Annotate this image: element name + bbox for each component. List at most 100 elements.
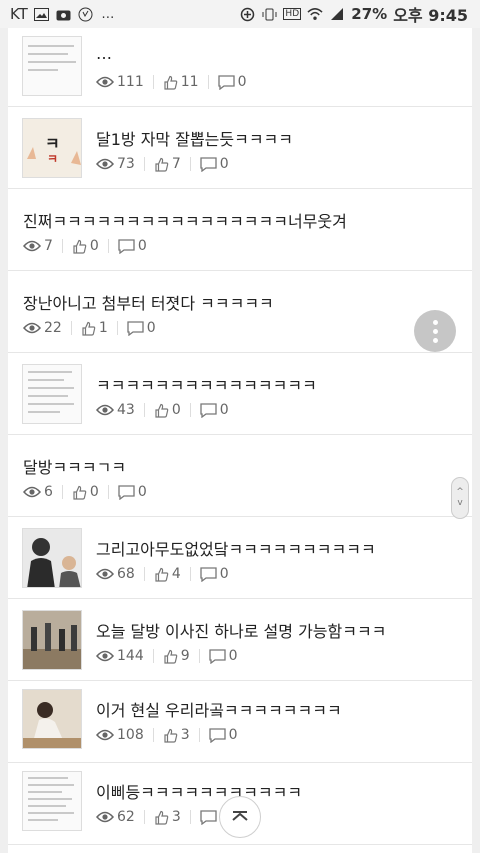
- comment-icon: [209, 648, 226, 664]
- scroll-to-top-button[interactable]: [219, 796, 261, 838]
- view-count: 111: [117, 74, 144, 90]
- fast-scroll-handle[interactable]: ^ v: [451, 477, 469, 519]
- post-item[interactable]: 그리고아무도없었닼ㅋㅋㅋㅋㅋㅋㅋㅋㅋㅋ 68 4 0: [8, 517, 472, 599]
- svg-text:ㅋ: ㅋ: [45, 134, 60, 153]
- comment-count: 0: [137, 484, 147, 500]
- chevron-up-small-icon: ^: [456, 487, 464, 497]
- thumbs-up-icon: [154, 567, 169, 582]
- post-item[interactable]: … 111 11 0: [8, 28, 472, 107]
- post-thumbnail: [22, 689, 82, 749]
- chevron-down-small-icon: v: [457, 498, 463, 508]
- post-list: … 111 11 0 ㅋㅋ 달1방 자막 잘뽑는듯ㅋㅋㅋㅋ 73 7 0 진쩌ㅋ…: [8, 28, 472, 853]
- like-count: 4: [171, 566, 181, 582]
- post-item[interactable]: 이거 현실 우리라곸ㅋㅋㅋㅋㅋㅋㅋㅋ 108 3 0: [8, 681, 472, 763]
- comment-icon: [209, 727, 226, 743]
- post-title: 그리고아무도없었닼ㅋㅋㅋㅋㅋㅋㅋㅋㅋㅋ: [96, 540, 376, 559]
- post-title: 달방ㅋㅋㅋㄱㅋ: [23, 458, 127, 477]
- thumbs-up-icon: [154, 157, 169, 172]
- comment-count: 0: [146, 320, 156, 336]
- eye-icon: [96, 158, 114, 170]
- comment-icon: [200, 156, 217, 172]
- comment-icon: [200, 809, 217, 825]
- eye-icon: [23, 322, 41, 334]
- post-item[interactable]: 달방ㅋㅋㅋㄱㅋ 6 0 0: [8, 435, 472, 517]
- eye-icon: [96, 76, 114, 88]
- thumbs-up-icon: [154, 403, 169, 418]
- post-meta: 68 4 0: [96, 566, 229, 582]
- view-count: 62: [117, 809, 135, 825]
- more-notifications-icon: …: [101, 6, 115, 22]
- post-title: 이삐등ㅋㅋㅋㅋㅋㅋㅋㅋㅋㅋㅋ: [96, 783, 303, 802]
- status-bar: KT … HD 27% 오후 9:45: [0, 0, 480, 28]
- thumbs-up-icon: [72, 485, 87, 500]
- like-count: 3: [180, 727, 190, 743]
- eye-icon: [96, 811, 114, 823]
- post-title: …: [96, 44, 112, 63]
- view-count: 144: [117, 648, 144, 664]
- post-meta: 73 7 0: [96, 156, 229, 172]
- comment-icon: [118, 238, 135, 254]
- hd-icon: HD: [283, 8, 302, 20]
- post-item[interactable]: 장난아니고 첨부터 터졋다 ㅋㅋㅋㅋㅋ 22 1 0: [8, 271, 472, 353]
- post-meta: 43 0 0: [96, 402, 229, 418]
- post-item[interactable]: ㅋㅋ 달1방 자막 잘뽑는듯ㅋㅋㅋㅋ 73 7 0: [8, 107, 472, 189]
- like-count: 3: [171, 809, 181, 825]
- comment-icon: [127, 320, 144, 336]
- post-thumbnail: [22, 610, 82, 670]
- like-count: 7: [171, 156, 181, 172]
- thumbs-up-icon: [81, 321, 96, 336]
- eye-icon: [96, 729, 114, 741]
- post-title: 장난아니고 첨부터 터졋다 ㅋㅋㅋㅋㅋ: [23, 294, 274, 313]
- vibrate-icon: [261, 6, 277, 22]
- post-meta: 7 0 0: [23, 238, 147, 254]
- post-thumbnail: [22, 364, 82, 424]
- thumbs-up-icon: [72, 239, 87, 254]
- comment-icon: [200, 566, 217, 582]
- data-saver-icon: [239, 6, 255, 22]
- like-count: 1: [98, 320, 108, 336]
- post-meta: 6 0 0: [23, 484, 147, 500]
- thumbs-up-icon: [163, 728, 178, 743]
- post-item[interactable]: 진쩌ㅋㅋㅋㅋㅋㅋㅋㅋㅋㅋㅋㅋㅋㅋㅋㅋ너무웃겨 7 0 0: [8, 189, 472, 271]
- post-thumbnail: [22, 771, 82, 831]
- comment-count: 0: [219, 156, 229, 172]
- like-count: 9: [180, 648, 190, 664]
- view-count: 73: [117, 156, 135, 172]
- view-count: 22: [44, 320, 62, 336]
- camera-icon: [56, 6, 72, 22]
- post-meta: 22 1 0: [23, 320, 156, 336]
- post-title: 진쩌ㅋㅋㅋㅋㅋㅋㅋㅋㅋㅋㅋㅋㅋㅋㅋㅋ너무웃겨: [23, 212, 347, 231]
- like-count: 0: [89, 484, 99, 500]
- post-meta: 108 3 0: [96, 727, 238, 743]
- comment-count: 0: [237, 74, 247, 90]
- more-options-button[interactable]: [414, 310, 456, 352]
- post-meta: 62 3 0: [96, 809, 229, 825]
- carrier-label: KT: [10, 5, 28, 23]
- svg-text:ㅋ: ㅋ: [47, 152, 58, 166]
- view-count: 6: [44, 484, 53, 500]
- eye-icon: [96, 404, 114, 416]
- thumbs-up-icon: [163, 75, 178, 90]
- comment-count: 0: [228, 727, 238, 743]
- post-item[interactable]: 오늘 달방 이사진 하나로 설명 가능함ㅋㅋㅋ 144 9 0: [8, 599, 472, 681]
- eye-icon: [23, 486, 41, 498]
- view-count: 108: [117, 727, 144, 743]
- eye-icon: [23, 240, 41, 252]
- like-count: 0: [171, 402, 181, 418]
- image-icon: [34, 6, 50, 22]
- view-count: 68: [117, 566, 135, 582]
- post-item[interactable]: ㅋㅋㅋㅋㅋㅋㅋㅋㅋㅋㅋㅋㅋㅋㅋ 43 0 0: [8, 353, 472, 435]
- like-count: 11: [180, 74, 199, 90]
- post-title: 달1방 자막 잘뽑는듯ㅋㅋㅋㅋ: [96, 130, 293, 149]
- more-vertical-icon: [432, 318, 438, 345]
- comment-icon: [217, 74, 235, 90]
- comment-count: 0: [228, 648, 238, 664]
- eye-icon: [96, 568, 114, 580]
- view-count: 43: [117, 402, 135, 418]
- battery-percentage: 27%: [351, 5, 388, 23]
- chevron-up-icon: [231, 808, 249, 827]
- clock: 오후 9:45: [393, 6, 468, 25]
- post-title: ㅋㅋㅋㅋㅋㅋㅋㅋㅋㅋㅋㅋㅋㅋㅋ: [96, 376, 317, 395]
- app-icon: [78, 6, 94, 22]
- thumbs-up-icon: [163, 649, 178, 664]
